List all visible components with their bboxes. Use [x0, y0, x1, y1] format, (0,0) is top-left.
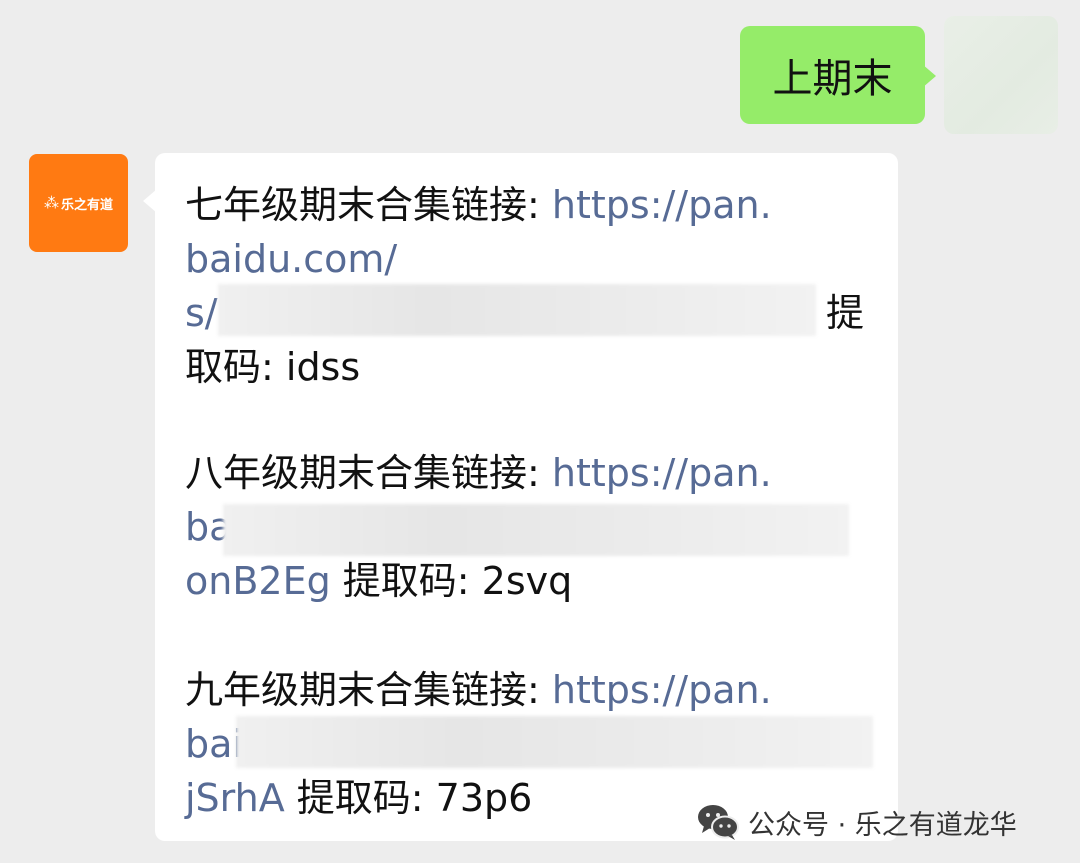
- grade7-line-1: 七年级期末合集链接: https://pan.: [185, 178, 772, 232]
- grade7-label: 七年级期末合集链接:: [185, 183, 552, 227]
- grade9-code: 提取码: 73p6: [284, 776, 533, 820]
- logo-mark-icon: ⁂: [43, 194, 59, 212]
- grade7-link-part3[interactable]: s/: [185, 291, 218, 335]
- grade9-line-1: 九年级期末合集链接: https://pan.: [185, 663, 772, 717]
- outgoing-message-text: 上期末: [772, 56, 893, 102]
- grade7-link-part2[interactable]: baidu.com/: [185, 237, 397, 281]
- grade8-link-part3[interactable]: onB2Eg: [185, 559, 331, 603]
- grade9-label: 九年级期末合集链接:: [185, 668, 552, 712]
- grade8-label: 八年级期末合集链接:: [185, 451, 552, 495]
- self-avatar[interactable]: [944, 16, 1058, 134]
- outgoing-bubble-tail: [922, 64, 936, 88]
- grade7-line-3: s/: [185, 286, 218, 340]
- grade7-code: 取码: idss: [185, 345, 361, 389]
- redacted-link-grade7: [218, 284, 816, 336]
- grade7-line-4: 取码: idss: [185, 340, 360, 394]
- redacted-link-grade8: [223, 504, 849, 556]
- watermark: 公众号 · 乐之有道龙华: [696, 800, 1017, 844]
- wechat-icon: [696, 802, 740, 842]
- grade9-link-part3[interactable]: jSrhA: [185, 776, 285, 820]
- sender-avatar[interactable]: ⁂ 乐之有道: [29, 154, 128, 252]
- grade9-line-3: jSrhA 提取码: 73p6: [185, 771, 532, 825]
- grade9-link-part1[interactable]: https://pan.: [552, 668, 772, 712]
- grade8-code: 提取码: 2svq: [330, 559, 573, 603]
- avatar-logo-text: 乐之有道: [60, 197, 113, 213]
- grade7-link-part1[interactable]: https://pan.: [552, 183, 772, 227]
- grade7-code-fragment: 提: [826, 286, 864, 340]
- grade8-link-part1[interactable]: https://pan.: [552, 451, 772, 495]
- grade9-line-2: bai: [185, 717, 243, 771]
- redacted-link-grade9: [236, 716, 873, 768]
- grade7-code-head: 提: [826, 291, 865, 335]
- grade7-line-2: baidu.com/: [185, 232, 397, 286]
- grade8-line-3: onB2Eg 提取码: 2svq: [185, 554, 572, 608]
- outgoing-message-bubble[interactable]: 上期末: [740, 26, 925, 124]
- watermark-text: 公众号 · 乐之有道龙华: [748, 809, 1017, 841]
- grade9-link-part2[interactable]: bai: [185, 722, 243, 766]
- grade8-line-1: 八年级期末合集链接: https://pan.: [185, 446, 772, 500]
